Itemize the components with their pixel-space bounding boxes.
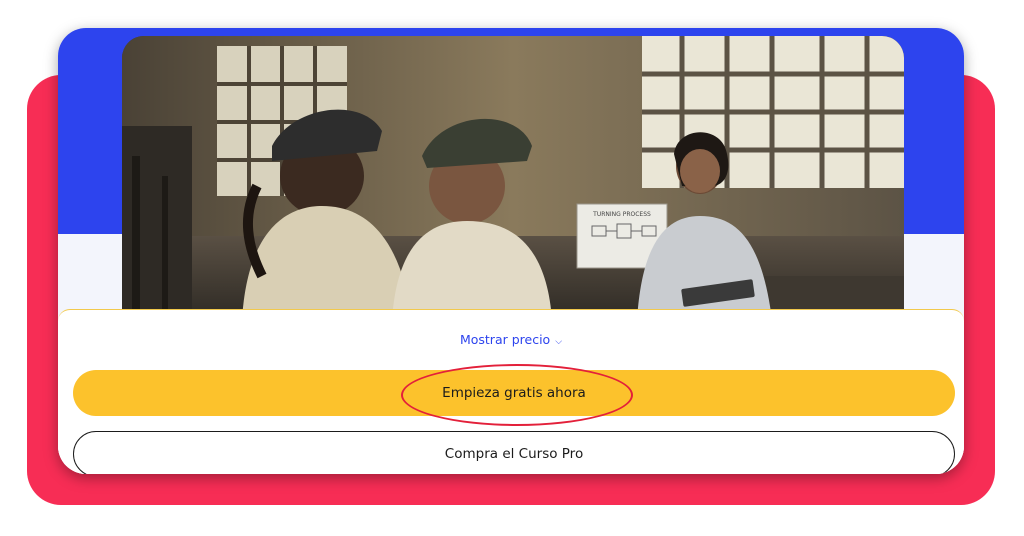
course-card: TURNING PROCESS Mostrar precio ⌵ Empieza… [58, 28, 964, 474]
buy-pro-course-button[interactable]: Compra el Curso Pro [73, 431, 955, 474]
pricing-panel: Mostrar precio ⌵ Empieza gratis ahora Com… [58, 309, 964, 474]
hero-image: TURNING PROCESS [122, 36, 904, 320]
start-free-button[interactable]: Empieza gratis ahora [73, 370, 955, 416]
show-price-toggle[interactable]: Mostrar precio ⌵ [58, 332, 964, 347]
whiteboard-text: TURNING PROCESS [592, 211, 651, 218]
show-price-label: Mostrar precio [459, 332, 551, 347]
workshop-photo: TURNING PROCESS [122, 36, 904, 320]
chevron-down-icon: ⌵ [555, 337, 563, 347]
